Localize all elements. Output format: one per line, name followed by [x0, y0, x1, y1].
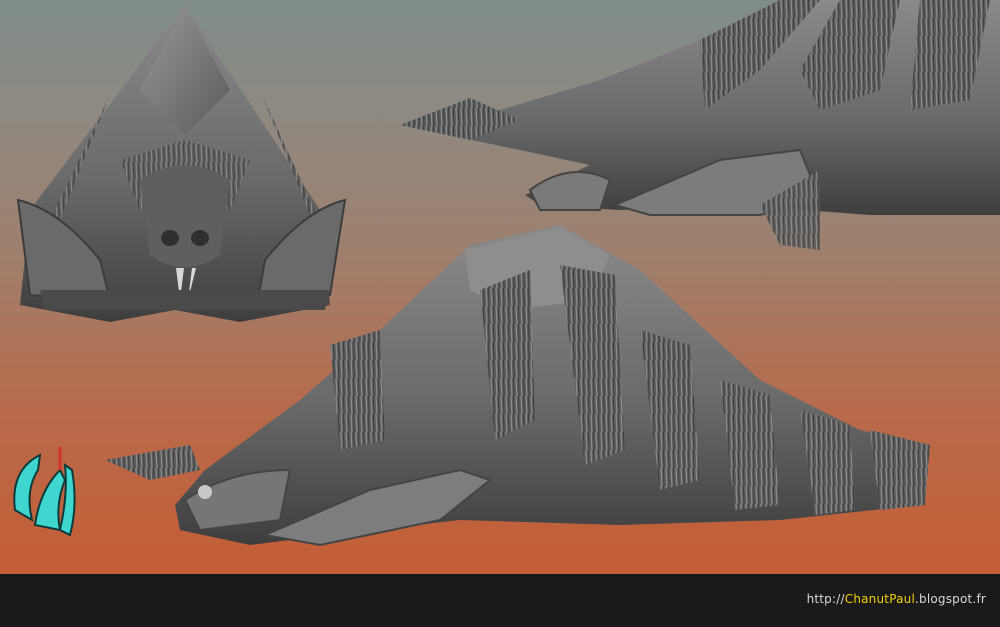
- footer-bar: http://ChanutPaul.blogspot.fr: [0, 574, 1000, 627]
- render-canvas: [0, 0, 1000, 574]
- front-view-sculpt: [16, 5, 347, 322]
- claw-logo-icon: [13, 447, 76, 537]
- credit-prefix: http://: [806, 592, 845, 606]
- side-view-sculpt-upper: [400, 0, 1000, 250]
- credit-suffix: .blogspot.fr: [914, 592, 986, 606]
- credit-link[interactable]: http://ChanutPaul.blogspot.fr: [807, 592, 986, 606]
- artwork-frame: http://ChanutPaul.blogspot.fr: [0, 0, 1000, 627]
- credit-name: ChanutPaul: [844, 592, 915, 606]
